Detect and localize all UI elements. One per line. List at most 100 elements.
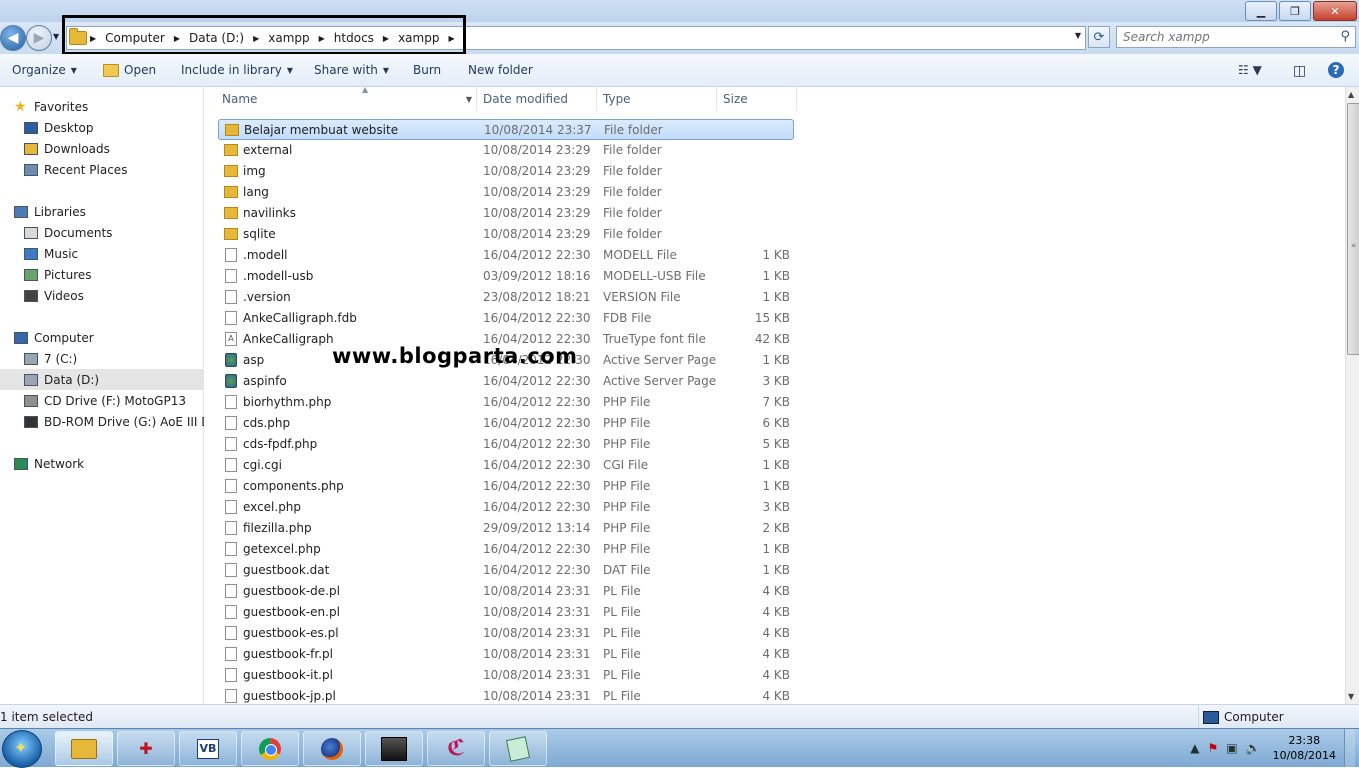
file-name: guestbook-en.pl [243,605,340,619]
folder-row[interactable]: navilinks 10/08/2014 23:29 File folder [218,203,794,224]
back-button[interactable]: ◀ [0,25,26,51]
action-center-icon[interactable]: ⚑ [1208,741,1219,755]
chevron-down-icon: ▼ [70,65,77,75]
search-box[interactable]: ⚲ [1116,26,1356,48]
sidebar-item-network[interactable]: Network [0,453,217,474]
file-row[interactable]: guestbook-fr.pl 10/08/2014 23:31 PL File 4 … [218,644,794,665]
column-divider[interactable] [796,87,797,111]
file-name: img [243,164,266,178]
volume-icon[interactable]: 🔈 [1246,741,1261,755]
taskbar-firefox[interactable] [303,731,361,766]
sidebar-item-recent-places[interactable]: Recent Places [0,159,227,180]
file-row[interactable]: guestbook-it.pl 10/08/2014 23:31 PL File 4 … [218,665,794,686]
sidebar-item-desktop[interactable]: Desktop [0,117,227,138]
open-button[interactable]: Open [103,63,156,77]
taskbar-virtualbox[interactable]: VB [179,731,237,766]
file-type: PHP File [603,500,651,514]
column-header-date[interactable]: Date modified [483,87,595,111]
new-folder-button[interactable]: New folder [468,63,533,77]
file-row[interactable]: cds-fpdf.php 16/04/2012 22:30 PHP File 5 KB [218,434,794,455]
file-row[interactable]: components.php 16/04/2012 22:30 PHP File 1 … [218,476,794,497]
folder-row[interactable]: lang 10/08/2014 23:29 File folder [218,182,794,203]
show-hidden-icons-icon[interactable]: ▲ [1190,741,1199,755]
file-name: filezilla.php [243,521,312,535]
file-row[interactable]: aspinfo 16/04/2012 22:30 Active Server Pag… [218,371,794,392]
column-date-label: Date modified [483,92,569,106]
column-divider[interactable] [476,87,477,111]
sidebar-item-documents[interactable]: Documents [0,222,227,243]
column-header-name[interactable]: Name ▲ ▼ [222,85,476,111]
file-row[interactable]: guestbook-de.pl 10/08/2014 23:31 PL File 4 … [218,581,794,602]
file-row[interactable]: .modell-usb 03/09/2012 18:16 MODELL-USB Fi… [218,266,794,287]
column-divider[interactable] [716,87,717,111]
search-icon[interactable]: ⚲ [1340,29,1350,44]
taskbar-game[interactable] [365,731,423,766]
file-row[interactable]: getexcel.php 16/04/2012 22:30 PHP File 1 KB [218,539,794,560]
sidebar-item-computer[interactable]: Computer [0,327,217,348]
clock[interactable]: 23:38 10/08/2014 [1273,733,1336,763]
preview-pane-icon[interactable]: ◫ [1293,63,1306,79]
folder-row[interactable]: img 10/08/2014 23:29 File folder [218,161,794,182]
file-row[interactable]: guestbook.dat 16/04/2012 22:30 DAT File 1 K… [218,560,794,581]
sidebar-item-bd-rom-drive-g-aoe-iii-disc[interactable]: BD-ROM Drive (G:) AoE III Disc [0,411,227,432]
sidebar-item-favorites[interactable]: ★ Favorites [0,96,217,117]
file-row[interactable]: excel.php 16/04/2012 22:30 PHP File 3 KB [218,497,794,518]
file-type: File folder [603,185,662,199]
file-name: .version [243,290,291,304]
sidebar-item-pictures[interactable]: Pictures [0,264,227,285]
column-divider[interactable] [596,87,597,111]
taskbar-explorer[interactable] [55,731,113,766]
file-row[interactable]: AnkeCalligraph.fdb 16/04/2012 22:30 FDB Fi… [218,308,794,329]
organize-button[interactable]: Organize ▼ [12,63,77,77]
sidebar-item-music[interactable]: Music [0,243,227,264]
minimize-button[interactable]: ▁ [1245,1,1277,21]
burn-button[interactable]: Burn [413,63,441,77]
file-row[interactable]: cds.php 16/04/2012 22:30 PHP File 6 KB [218,413,794,434]
file-type: Active Server Page [603,374,717,388]
taskbar-notepad[interactable] [489,731,547,766]
file-row[interactable]: .version 23/08/2012 18:21 VERSION File 1 KB [218,287,794,308]
recent-pages-dropdown[interactable]: ▼ [53,32,59,41]
show-desktop-button[interactable] [1344,729,1355,767]
maximize-button[interactable]: ❐ [1279,1,1311,21]
file-row[interactable]: guestbook-es.pl 10/08/2014 23:31 PL File 4 … [218,623,794,644]
scroll-up-icon[interactable]: ▲ [1348,90,1354,99]
change-view-icon[interactable]: ☷ ▼ [1238,63,1262,77]
taskbar-app-2[interactable]: ✚ [117,731,175,766]
scroll-down-icon[interactable]: ▼ [1348,692,1354,701]
sidebar-item-libraries[interactable]: Libraries [0,201,217,222]
include-in-library-button[interactable]: Include in library ▼ [181,63,293,77]
column-filter-icon[interactable]: ▼ [466,95,472,104]
sidebar-item-data-d[interactable]: Data (D:) [0,369,227,390]
chevron-down-icon: ▼ [286,65,294,75]
vertical-scrollbar[interactable]: ▲ ≡ ▼ [1345,87,1359,704]
forward-button[interactable]: ▶ [26,25,52,51]
column-header-size[interactable]: Size [723,87,793,111]
network-status-icon[interactable]: ▣ [1226,741,1237,755]
sidebar-item-videos[interactable]: Videos [0,285,227,306]
folder-row[interactable]: sqlite 10/08/2014 23:29 File folder [218,224,794,245]
folder-row[interactable]: external 10/08/2014 23:29 File folder [218,140,794,161]
sidebar-item-downloads[interactable]: Downloads [0,138,227,159]
pictures-icon [24,268,38,281]
taskbar-corel[interactable]: ℭ [427,731,485,766]
file-row[interactable]: guestbook-en.pl 10/08/2014 23:31 PL File 4 … [218,602,794,623]
scroll-thumb[interactable]: ≡ [1347,103,1359,355]
column-header-type[interactable]: Type [603,87,715,111]
close-button[interactable]: ✕ [1313,1,1357,21]
sidebar-item-7-c[interactable]: 7 (C:) [0,348,227,369]
address-dropdown-icon[interactable]: ▼ [1075,31,1081,40]
file-row[interactable]: filezilla.php 29/09/2012 13:14 PHP File 2 K… [218,518,794,539]
taskbar-chrome[interactable] [241,731,299,766]
notepad-icon [505,735,531,762]
search-input[interactable] [1117,27,1329,47]
refresh-button[interactable]: ⟳ [1088,26,1110,48]
help-icon[interactable]: ? [1328,62,1344,78]
share-with-button[interactable]: Share with ▼ [314,63,389,77]
file-row[interactable]: .modell 16/04/2012 22:30 MODELL File 1 KB [218,245,794,266]
file-row[interactable]: cgi.cgi 16/04/2012 22:30 CGI File 1 KB [218,455,794,476]
start-button[interactable] [2,730,42,768]
sidebar-item-cd-drive-f-motogp13[interactable]: CD Drive (F:) MotoGP13 [0,390,227,411]
file-row[interactable]: biorhythm.php 16/04/2012 22:30 PHP File 7 K… [218,392,794,413]
folder-row[interactable]: Belajar membuat website 10/08/2014 23:37 F… [218,119,794,140]
